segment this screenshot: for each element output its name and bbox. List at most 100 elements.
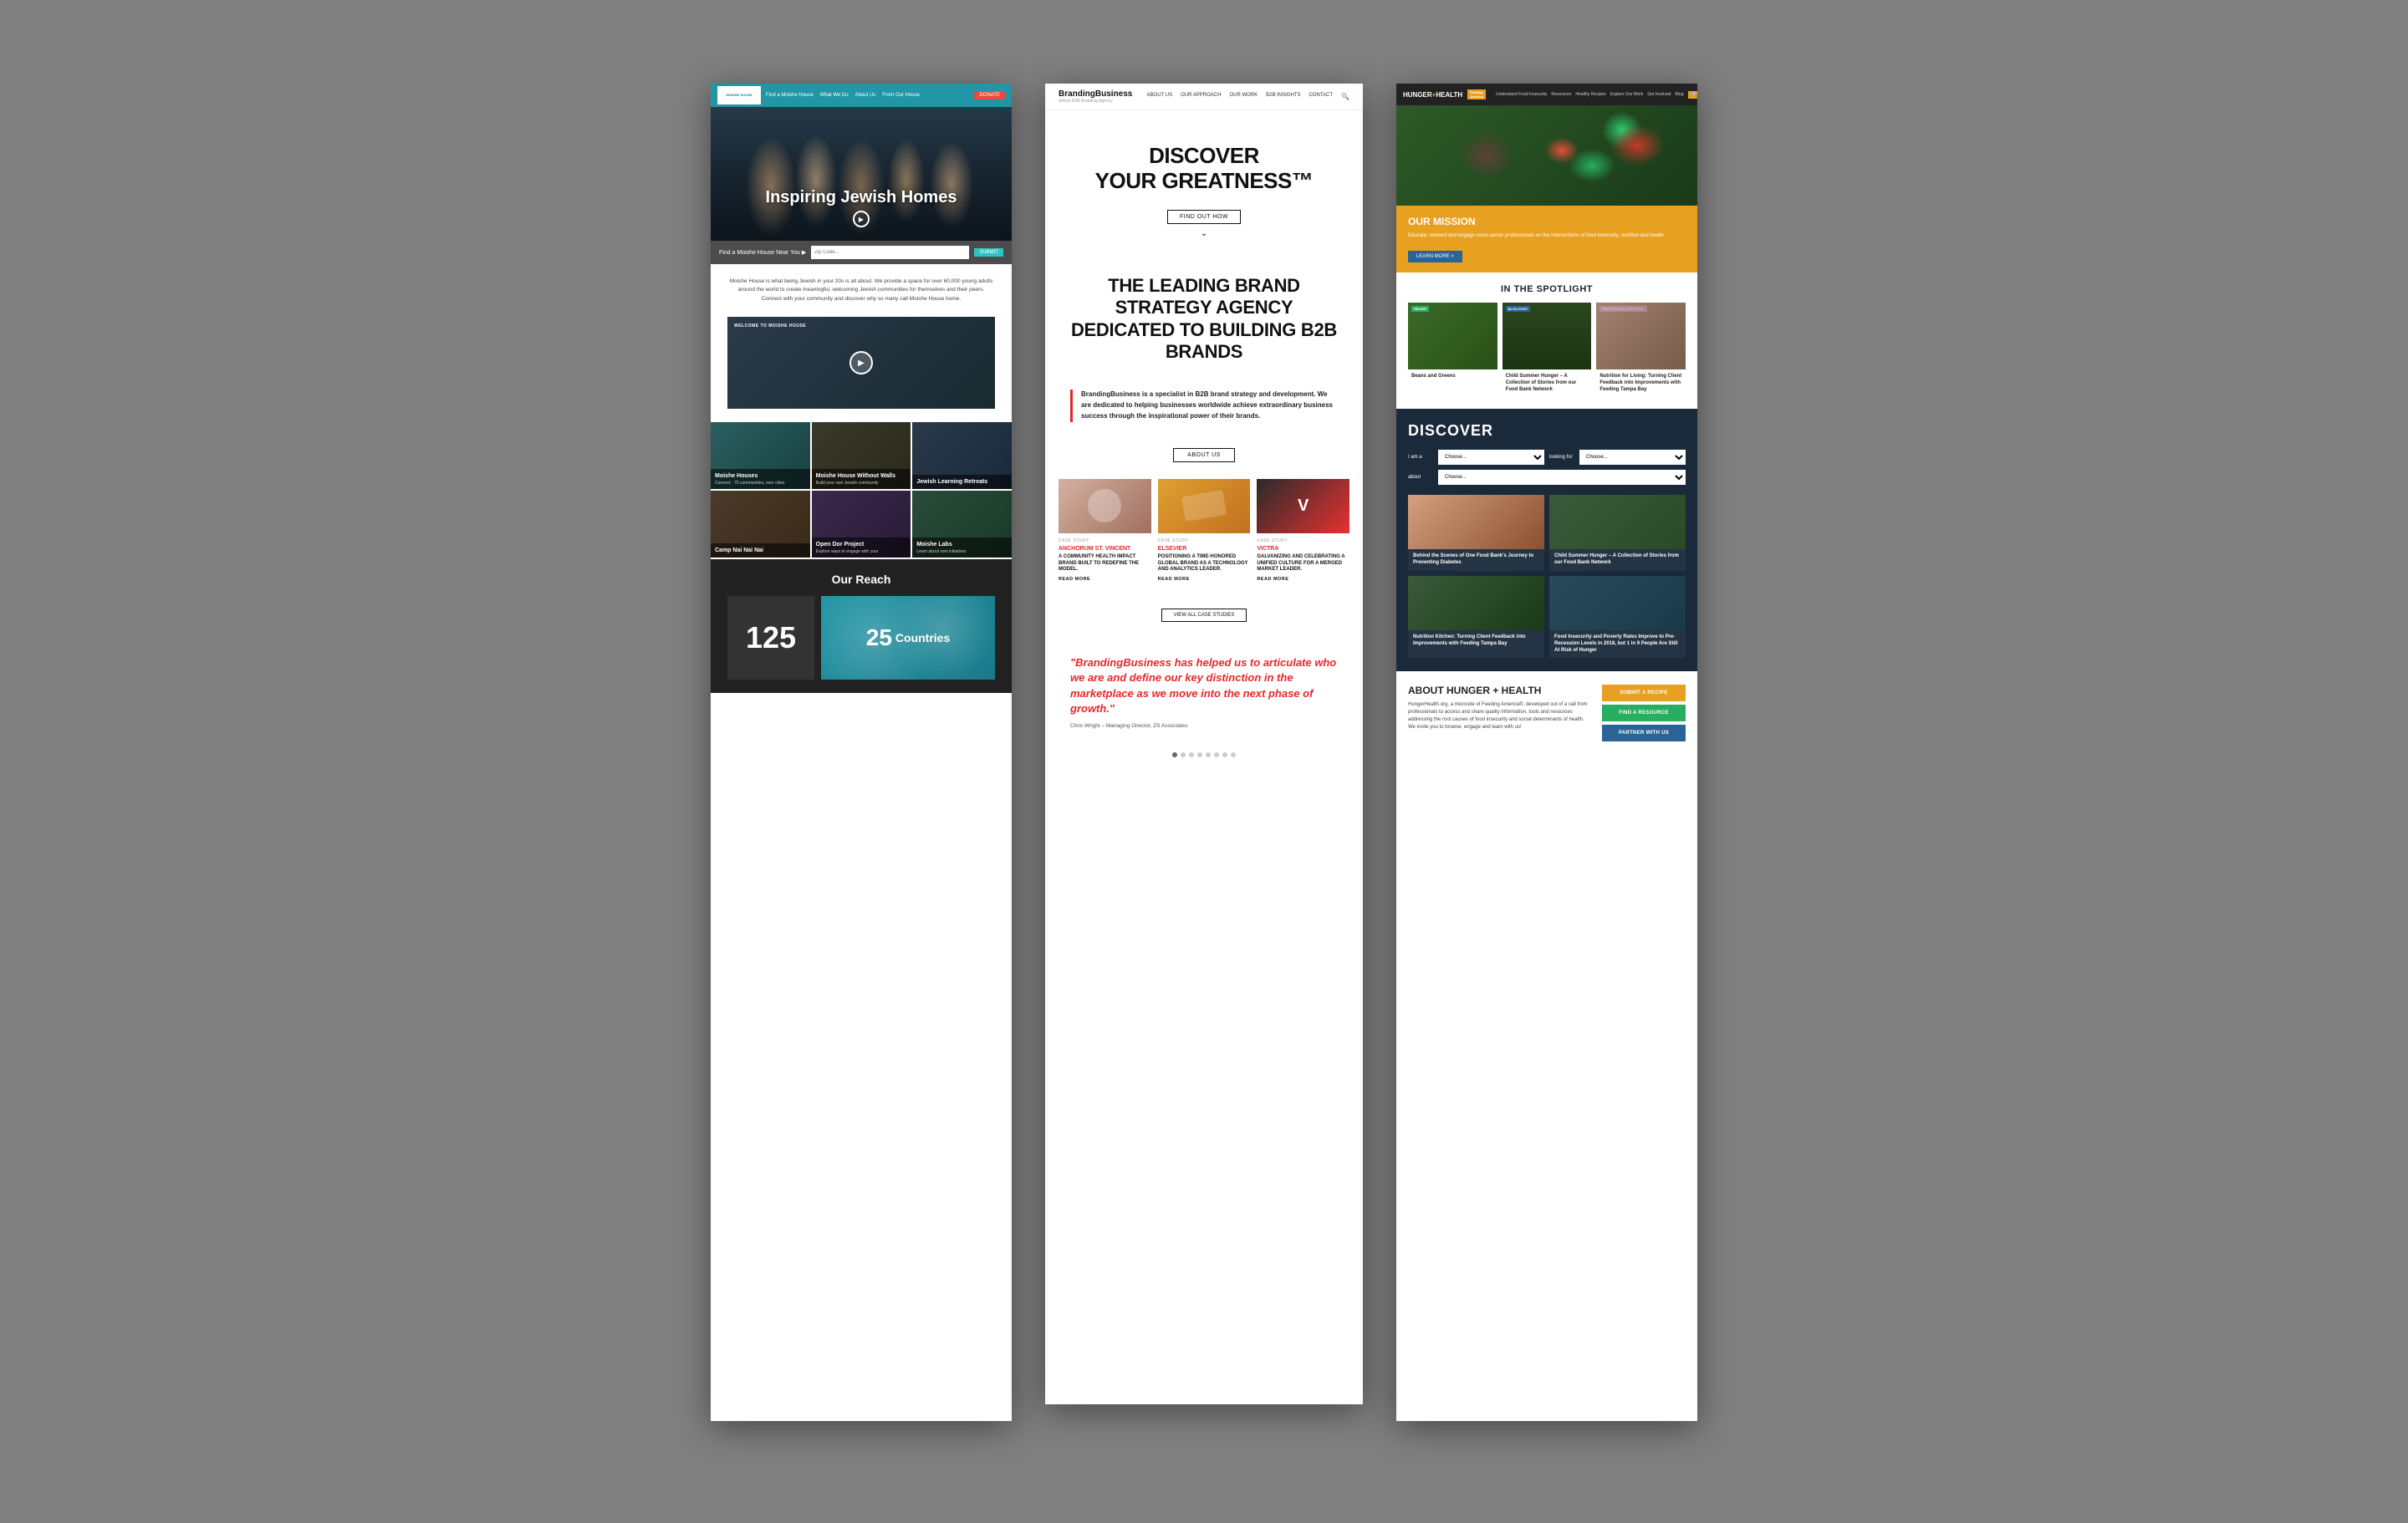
- hunger-health-card: HUNGER + HEALTH Feeding America Understa…: [1396, 84, 1697, 1421]
- moishe-nav-links: Find a Moishe House What We Do About Us …: [766, 93, 969, 98]
- bb-nav-insights[interactable]: B2B INSIGHTS: [1266, 93, 1300, 100]
- hh-discover-label-3: about: [1408, 475, 1433, 480]
- hh-about-buttons: SUBMIT A RECIPE FIND A RESOURCE PARTNER …: [1602, 685, 1686, 741]
- hh-discover-row-1: I am a Choose... looking for Choose...: [1408, 450, 1686, 465]
- hh-logo-health: HEALTH: [1436, 91, 1462, 99]
- bb-nav: BrandingBusiness Silicon B2B Branding Ag…: [1045, 84, 1363, 110]
- bb-about-btn-container: ABOUT US: [1045, 436, 1363, 479]
- bb-case-2[interactable]: V CASE STUDY VICTRA GALVANIZING AND CELE…: [1257, 479, 1349, 582]
- hh-nav-involved[interactable]: Get Involved: [1647, 92, 1671, 97]
- moishe-grid-item-2[interactable]: Jewish Learning Retreats: [912, 422, 1012, 489]
- moishe-nav-about[interactable]: About Us: [855, 93, 876, 98]
- bb-dots: [1045, 746, 1363, 764]
- bb-nav-links: ABOUT US OUR APPROACH OUR WORK B2B INSIG…: [1147, 93, 1349, 100]
- hh-nav-work[interactable]: Explore Our Work: [1610, 92, 1644, 97]
- hh-nav-understand[interactable]: Understand Food Insecurity: [1496, 92, 1547, 97]
- bb-read-more-2[interactable]: READ MORE: [1257, 577, 1349, 582]
- hh-logo-hunger: HUNGER: [1403, 92, 1432, 99]
- moishe-grid-item-1[interactable]: Moishe House Without Walls Build your ow…: [812, 422, 911, 489]
- hh-discover-select-2[interactable]: Choose...: [1579, 450, 1686, 465]
- hh-discover-item-2[interactable]: BLOG POST Nutrition Kitchen: Turning Cli…: [1408, 576, 1544, 658]
- hh-discover-select-1[interactable]: Choose...: [1438, 450, 1544, 465]
- hh-spotlight-item-2[interactable]: EDUCATIONAL MATERIAL Nutrition for Livin…: [1596, 303, 1686, 397]
- bb-case-desc-2: GALVANIZING AND CELEBRATING A UNIFIED CU…: [1257, 554, 1349, 573]
- hh-spotlight-item-1[interactable]: BLOG POST Child Summer Hunger – A Collec…: [1502, 303, 1592, 397]
- bb-case-1[interactable]: CASE STUDY ELSEVIER POSITIONING A TIME-H…: [1158, 479, 1251, 582]
- hh-discover-body-1: Child Summer Hunger – A Collection of St…: [1549, 549, 1686, 571]
- bb-case-tag-2: CASE STUDY: [1257, 538, 1349, 543]
- hh-nav: HUNGER + HEALTH Feeding America Understa…: [1396, 84, 1697, 105]
- bb-dot-1[interactable]: [1181, 752, 1186, 757]
- bb-dot-0[interactable]: [1172, 752, 1177, 757]
- moishe-nav-find[interactable]: Find a Moishe House: [766, 93, 814, 98]
- hh-spotlight-caption-0: Beans and Greens: [1408, 369, 1497, 385]
- bb-dot-3[interactable]: [1197, 752, 1202, 757]
- branding-business-card: BrandingBusiness Silicon B2B Branding Ag…: [1045, 84, 1363, 1404]
- moishe-nav-house[interactable]: From Our House: [882, 93, 920, 98]
- moishe-search-input[interactable]: [811, 246, 969, 259]
- moishe-play-button[interactable]: ▶: [853, 211, 870, 227]
- moishe-nav-what[interactable]: What We Do: [820, 93, 849, 98]
- bb-read-more-1[interactable]: READ MORE: [1158, 577, 1251, 582]
- hh-partner-button[interactable]: PARTNER WITH US: [1602, 725, 1686, 741]
- hh-submit-recipe-button[interactable]: SUBMIT A RECIPE: [1602, 685, 1686, 701]
- hh-spotlight-item-0[interactable]: RECIPE Beans and Greens: [1408, 303, 1497, 397]
- hh-nav-blog[interactable]: Blog: [1675, 92, 1683, 97]
- bb-find-out-btn[interactable]: FIND OUT HOW: [1167, 210, 1241, 224]
- moishe-grid-item-0[interactable]: Moishe Houses Connect · 75 communities, …: [711, 422, 810, 489]
- hh-discover-title-2: Nutrition Kitchen: Turning Client Feedba…: [1413, 634, 1539, 648]
- hh-discover-grid: BLOG POST Behind the Scenes of One Food …: [1408, 495, 1686, 658]
- hh-discover-item-1[interactable]: EDUCATIONAL MATERIAL Child Summer Hunger…: [1549, 495, 1686, 571]
- bb-tagline-title: THE LEADING BRAND STRATEGY AGENCY DEDICA…: [1070, 275, 1338, 364]
- bb-case-client-1: ELSEVIER: [1158, 546, 1251, 552]
- hh-spotlight-title: IN THE SPOTLIGHT: [1408, 284, 1686, 294]
- hh-discover-item-0[interactable]: BLOG POST Behind the Scenes of One Food …: [1408, 495, 1544, 571]
- hh-learn-more-button[interactable]: LEARN MORE >: [1408, 251, 1462, 262]
- hh-nav-resources[interactable]: Resources: [1551, 92, 1571, 97]
- moishe-grid-title-0: Moishe Houses: [715, 472, 806, 480]
- hh-discover-body-2: Nutrition Kitchen: Turning Client Feedba…: [1408, 630, 1544, 652]
- moishe-grid-item-3[interactable]: Camp Nai Nai Nai: [711, 491, 810, 558]
- bb-nav-about[interactable]: ABOUT US: [1147, 93, 1173, 100]
- hh-nav-recipes[interactable]: Healthy Recipes: [1575, 92, 1605, 97]
- moishe-search-label: Find a Moishe House Near You ▶: [719, 249, 806, 256]
- bb-tagline: THE LEADING BRAND STRATEGY AGENCY DEDICA…: [1045, 255, 1363, 390]
- hh-discover-item-3[interactable]: BLOG POST Food Insecurity and Poverty Ra…: [1549, 576, 1686, 658]
- moishe-video[interactable]: ▶ WELCOME TO MOISHE HOUSE: [727, 317, 995, 409]
- moishe-video-play[interactable]: ▶: [849, 351, 873, 374]
- moishe-grid-sub-0: Connect · 75 communities, over cities: [715, 481, 806, 486]
- moishe-grid-item-4[interactable]: Open Dor Project Explore ways to engage …: [812, 491, 911, 558]
- hh-find-resource-button[interactable]: FIND A RESOURCE: [1602, 705, 1686, 721]
- bb-quote: "BrandingBusiness has helped us to artic…: [1045, 639, 1363, 746]
- hh-spotlight-tag-1: BLOG POST: [1506, 306, 1531, 312]
- bb-nav-approach[interactable]: OUR APPROACH: [1181, 93, 1221, 100]
- moishe-logo: MOISHE HOUSE: [717, 86, 761, 104]
- moishe-search-button[interactable]: SUBMIT: [974, 248, 1003, 257]
- moishe-grid-title-2: Jewish Learning Retreats: [916, 478, 1008, 486]
- moishe-grid-sub-5: Learn about new initiatives: [916, 549, 1008, 554]
- moishe-nav: MOISHE HOUSE Find a Moishe House What We…: [711, 84, 1012, 107]
- bb-dot-7[interactable]: [1231, 752, 1236, 757]
- bb-logo-group: BrandingBusiness Silicon B2B Branding Ag…: [1059, 89, 1132, 104]
- bb-dot-6[interactable]: [1222, 752, 1227, 757]
- bb-cases: CASE STUDY ANCHORUM ST. VINCENT A COMMUN…: [1045, 479, 1363, 599]
- bb-hero-title: DISCOVER YOUR GREATNESS™: [1070, 144, 1338, 194]
- bb-dot-2[interactable]: [1189, 752, 1194, 757]
- moishe-reach-stats: 125 25 Countries: [727, 596, 995, 680]
- hh-search-button[interactable]: 🔍: [1688, 91, 1697, 99]
- bb-case-0[interactable]: CASE STUDY ANCHORUM ST. VINCENT A COMMUN…: [1059, 479, 1151, 582]
- bb-desc-text: BrandingBusiness is a specialist in B2B …: [1081, 390, 1338, 421]
- bb-about-button[interactable]: ABOUT US: [1173, 448, 1235, 462]
- bb-dot-5[interactable]: [1214, 752, 1219, 757]
- bb-nav-work[interactable]: OUR WORK: [1229, 93, 1258, 100]
- bb-nav-contact[interactable]: CONTACT: [1309, 93, 1333, 100]
- moishe-donate-button[interactable]: DONATE: [974, 91, 1005, 99]
- bb-dot-4[interactable]: [1206, 752, 1211, 757]
- moishe-grid: Moishe Houses Connect · 75 communities, …: [711, 422, 1012, 558]
- moishe-grid-item-5[interactable]: Moishe Labs Learn about new initiatives: [912, 491, 1012, 558]
- hh-discover-select-3[interactable]: Choose...: [1438, 470, 1686, 485]
- hh-spotlight-tag-0: RECIPE: [1411, 306, 1429, 312]
- bb-search-icon[interactable]: 🔍: [1341, 93, 1349, 100]
- bb-read-more-0[interactable]: READ MORE: [1059, 577, 1151, 582]
- bb-view-all-button[interactable]: VIEW ALL CASE STUDIES: [1161, 609, 1247, 622]
